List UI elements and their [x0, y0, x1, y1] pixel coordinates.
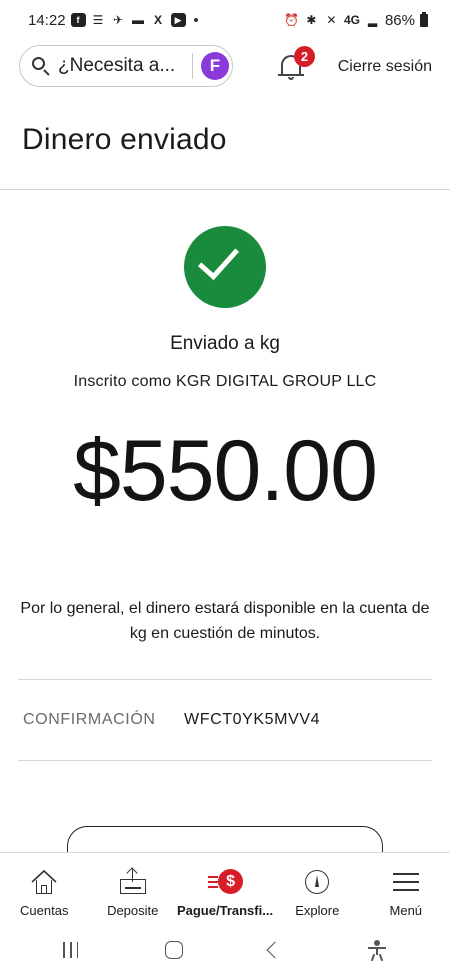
search-input[interactable]: ¿Necesita a... — [58, 55, 186, 77]
card-icon: ▬ — [132, 13, 145, 27]
success-check-icon — [184, 226, 266, 308]
nav-item-pague-transfiera[interactable]: $ Pague/Transfi... — [177, 853, 273, 924]
availability-note: Por lo general, el dinero estará disponi… — [20, 600, 430, 642]
system-home-icon[interactable] — [164, 941, 183, 959]
nav-item-cuentas[interactable]: Cuentas — [0, 853, 88, 924]
notification-count-badge: 2 — [294, 46, 315, 67]
facebook-icon: f — [70, 13, 86, 27]
confirmation-label: CONFIRMACIÓN — [23, 711, 156, 728]
nav-label: Deposite — [107, 903, 159, 918]
battery-icon — [420, 11, 428, 27]
search-divider — [192, 53, 193, 79]
compass-icon — [302, 867, 332, 897]
bluetooth-icon: ✱ — [306, 13, 317, 27]
x-icon: X — [154, 13, 163, 27]
nav-label: Menú — [389, 903, 423, 918]
status-right: ⏰ ✱ ✕ 4G ▂ 86% — [283, 11, 428, 29]
recent-apps-icon[interactable] — [63, 942, 79, 958]
page-title: Dinero enviado — [22, 123, 227, 156]
status-time: 14:22 — [28, 11, 66, 29]
youtube-icon: ▶ — [170, 13, 186, 27]
app-header: ¿Necesita a... F 2 Cierre sesión — [0, 40, 450, 96]
nav-label: Pague/Transfi... — [176, 903, 274, 918]
nav-label: Explore — [295, 903, 340, 918]
status-left: 14:22 f ☰ ✈ ▬ X ▶ — [28, 12, 198, 29]
network-type: 4G — [343, 13, 360, 27]
accessibility-icon[interactable] — [367, 940, 387, 962]
nav-item-menu[interactable]: Menú — [362, 853, 450, 924]
sent-to-text: Enviado a kg — [170, 333, 280, 354]
nav-label: Cuentas — [20, 903, 69, 918]
home-icon — [29, 867, 59, 897]
mute-icon: ✕ — [326, 13, 337, 27]
search-box[interactable]: ¿Necesita a... F — [19, 45, 233, 87]
alarm-icon: ⏰ — [283, 13, 299, 27]
search-icon — [30, 55, 52, 77]
battery-percent: 86% — [384, 11, 415, 29]
pay-transfer-icon: $ — [208, 867, 244, 897]
back-icon[interactable] — [266, 941, 284, 959]
flight-icon: ✈ — [113, 13, 124, 27]
nav-item-deposite[interactable]: Deposite — [88, 853, 176, 924]
confirmation-number: WFCT0YK5MVV4 — [184, 711, 321, 728]
app-notification-icon: ☰ — [92, 13, 104, 27]
title-divider — [0, 189, 450, 190]
menu-icon — [391, 867, 421, 897]
confirmation-divider-bottom — [18, 760, 432, 761]
bottom-nav: Cuentas Deposite $ Pague/Transfi... Expl… — [0, 852, 450, 924]
system-nav-bar — [0, 924, 450, 976]
more-notifications-icon — [193, 18, 198, 22]
fargo-assistant-icon[interactable]: F — [201, 52, 229, 80]
nav-item-explore[interactable]: Explore — [273, 853, 361, 924]
logout-link[interactable]: Cierre sesión — [338, 58, 432, 76]
deposit-icon — [118, 867, 148, 897]
confirmation-divider-top — [18, 679, 432, 680]
signal-icon: ▂ — [367, 13, 378, 27]
enrolled-as-text: Inscrito como KGR DIGITAL GROUP LLC — [73, 373, 377, 390]
amount-sent: $550.00 — [73, 423, 378, 519]
status-bar: 14:22 f ☰ ✈ ▬ X ▶ ⏰ ✱ ✕ 4G ▂ 86% — [0, 0, 450, 40]
